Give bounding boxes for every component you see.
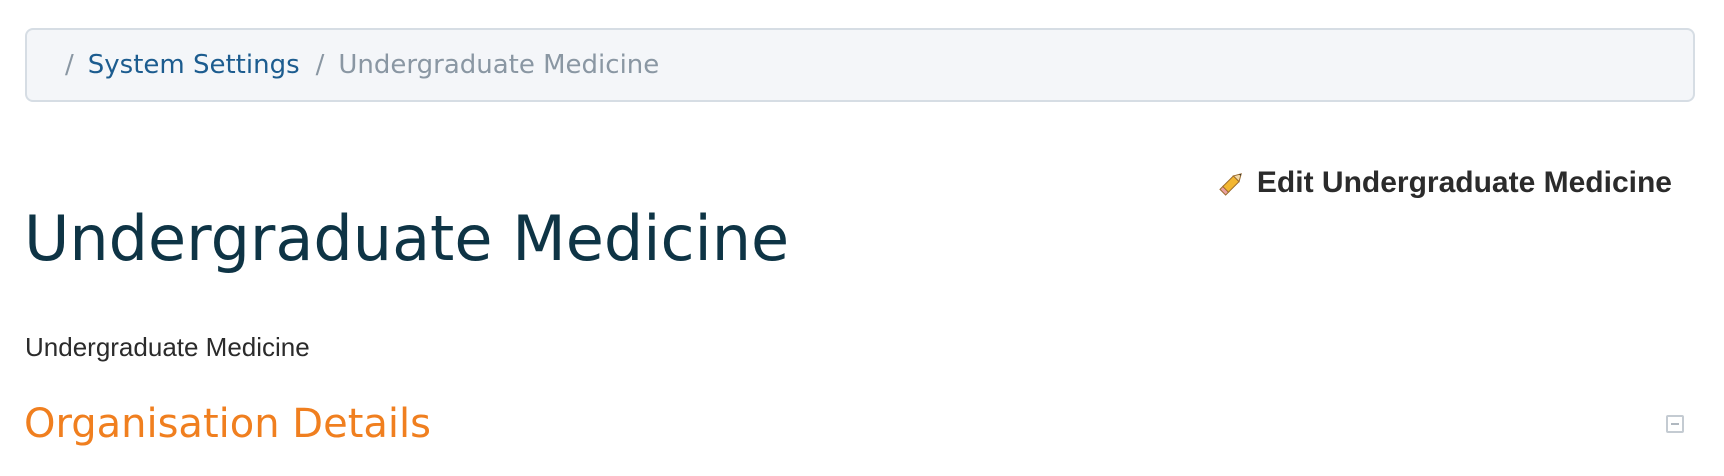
breadcrumb-current-page: Undergraduate Medicine	[338, 50, 660, 80]
edit-link-label: Edit Undergraduate Medicine	[1256, 166, 1672, 199]
organisation-description: Undergraduate Medicine	[25, 332, 310, 362]
section-heading-organisation-details: Organisation Details	[24, 401, 431, 447]
collapse-icon[interactable]	[1666, 415, 1684, 433]
breadcrumb-link-system-settings[interactable]: System Settings	[88, 50, 300, 80]
breadcrumb-separator: /	[65, 50, 74, 80]
pencil-icon	[1219, 173, 1242, 196]
breadcrumb-separator: /	[315, 50, 325, 80]
page-title: Undergraduate Medicine	[24, 202, 790, 275]
edit-organisation-link[interactable]: Edit Undergraduate Medicine	[1217, 166, 1672, 200]
breadcrumb: / System Settings / Undergraduate Medici…	[25, 28, 1695, 102]
